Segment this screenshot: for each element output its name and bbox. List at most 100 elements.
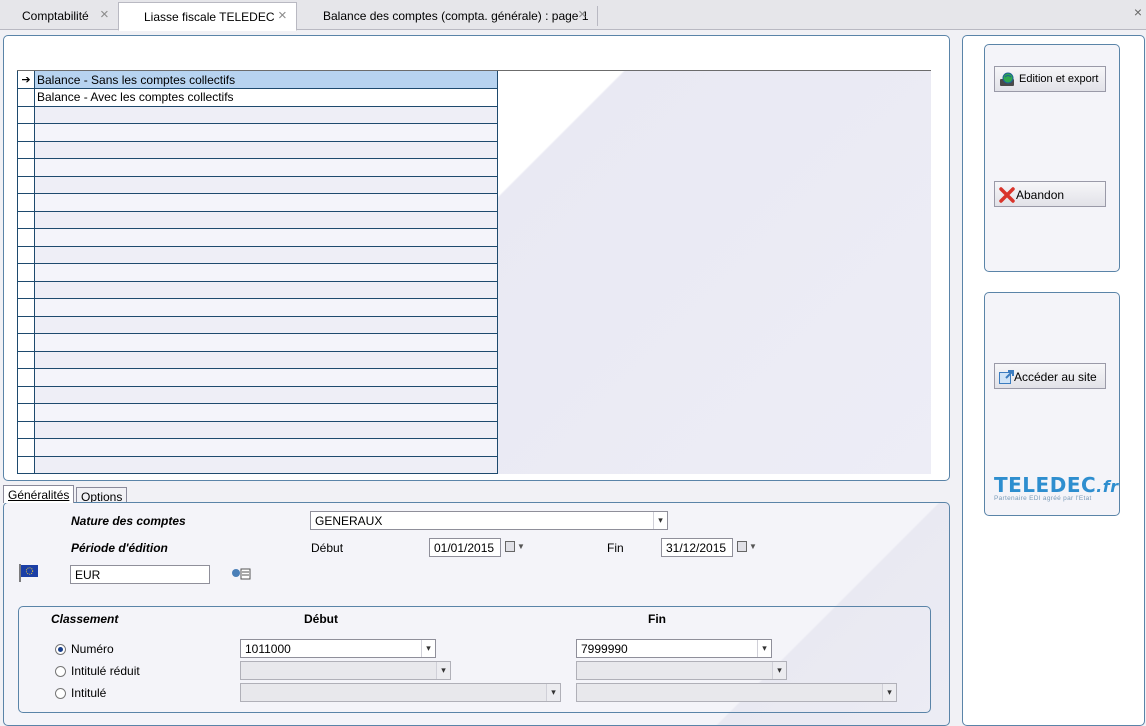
row-label xyxy=(34,403,498,422)
row-label: Balance - Avec les comptes collectifs xyxy=(34,88,498,107)
chevron-down-icon[interactable]: ▾ xyxy=(757,640,771,657)
close-icon xyxy=(999,187,1015,203)
debut-date-input[interactable]: 01/01/2015 xyxy=(429,538,501,557)
radio-intitule-reduit[interactable] xyxy=(55,666,66,677)
teledec-logo: TELEDEC.fr Partenaire EDI agréé par l'Et… xyxy=(994,473,1118,502)
chevron-down-icon[interactable]: ▾ xyxy=(436,662,450,679)
row-label xyxy=(34,386,498,404)
calendar-icon[interactable]: ▼ xyxy=(505,541,525,555)
table-row[interactable] xyxy=(17,228,498,247)
row-label xyxy=(34,316,498,334)
tab-options[interactable]: Options xyxy=(76,487,128,504)
table-row[interactable] xyxy=(17,316,498,334)
close-icon[interactable]: × xyxy=(278,8,287,23)
row-indicator xyxy=(17,316,35,334)
row-label xyxy=(34,106,498,124)
edition-export-label: Edition et export xyxy=(1019,73,1099,85)
table-row[interactable]: ➔ Balance - Sans les comptes collectifs xyxy=(17,71,498,89)
currency-input[interactable]: EUR xyxy=(70,565,210,584)
row-label xyxy=(34,263,498,282)
table-row[interactable] xyxy=(17,351,498,369)
table-row[interactable] xyxy=(17,141,498,159)
currency-list-icon[interactable] xyxy=(231,567,251,581)
debut-date-value: 01/01/2015 xyxy=(434,541,495,555)
radio-intitule[interactable] xyxy=(55,688,66,699)
table-row[interactable] xyxy=(17,333,498,352)
row-label xyxy=(34,351,498,369)
table-row[interactable] xyxy=(17,368,498,387)
nature-select[interactable]: GENERAUX ▾ xyxy=(310,511,668,530)
calendar-icon[interactable]: ▼ xyxy=(737,541,757,555)
abandon-button[interactable]: Abandon xyxy=(994,181,1106,207)
table-row[interactable] xyxy=(17,211,498,229)
chevron-down-icon[interactable]: ▾ xyxy=(546,684,560,701)
table-row[interactable] xyxy=(17,106,498,124)
table-row[interactable] xyxy=(17,298,498,317)
table-row[interactable] xyxy=(17,176,498,194)
numero-fin-select[interactable]: 7999990 ▾ xyxy=(576,639,772,658)
tab-balance-comptes[interactable]: Balance des comptes (compta. générale) :… xyxy=(297,2,597,30)
row-indicator xyxy=(17,386,35,404)
generalites-panel: Nature des comptes GENERAUX ▾ Période d'… xyxy=(3,502,950,726)
debut-label: Début xyxy=(311,541,344,555)
fin-date-value: 31/12/2015 xyxy=(666,541,727,555)
intitule-reduit-debut-select[interactable]: ▾ xyxy=(240,661,451,680)
table-row[interactable] xyxy=(17,263,498,282)
table-row[interactable] xyxy=(17,421,498,439)
intitule-reduit-fin-select[interactable]: ▾ xyxy=(576,661,787,680)
edition-export-button[interactable]: Edition et export xyxy=(994,66,1106,92)
classement-fin-header: Fin xyxy=(648,612,666,626)
table-row[interactable] xyxy=(17,123,498,142)
row-label xyxy=(34,123,498,142)
table-row[interactable] xyxy=(17,281,498,299)
chevron-down-icon[interactable]: ▾ xyxy=(882,684,896,701)
numero-debut-select[interactable]: 1011000 ▾ xyxy=(240,639,436,658)
row-indicator xyxy=(17,333,35,352)
tab-label: Comptabilité xyxy=(22,9,89,23)
row-indicator xyxy=(17,176,35,194)
table-row[interactable] xyxy=(17,386,498,404)
tab-liasse-fiscale[interactable]: Liasse fiscale TELEDEC × xyxy=(118,2,297,31)
row-indicator xyxy=(17,438,35,457)
table-row[interactable] xyxy=(17,438,498,457)
fin-date-input[interactable]: 31/12/2015 xyxy=(661,538,733,557)
actions-panel: Edition et export Abandon Accéder au sit… xyxy=(962,35,1145,726)
close-icon[interactable]: × xyxy=(100,7,109,22)
report-grid: ➔ Balance - Sans les comptes collectifs Ba… xyxy=(17,70,931,474)
table-row[interactable]: Balance - Avec les comptes collectifs xyxy=(17,88,498,107)
tab-generalites[interactable]: Généralités xyxy=(3,485,75,503)
chevron-down-icon[interactable]: ▾ xyxy=(653,512,667,529)
classement-group: Classement Début Fin Numéro 1011000 ▾ 79… xyxy=(18,606,931,713)
row-indicator xyxy=(17,211,35,229)
table-row[interactable] xyxy=(17,456,498,474)
row-indicator xyxy=(17,298,35,317)
fin-label: Fin xyxy=(607,541,624,555)
radio-numero[interactable] xyxy=(55,644,66,655)
tab-comptabilite[interactable]: Comptabilité × xyxy=(0,2,118,30)
row-indicator xyxy=(17,403,35,422)
table-row[interactable] xyxy=(17,193,498,212)
row-label xyxy=(34,246,498,264)
table-row[interactable] xyxy=(17,403,498,422)
intitule-fin-select[interactable]: ▾ xyxy=(576,683,897,702)
row-indicator: ➔ xyxy=(17,71,35,89)
printer-globe-icon xyxy=(1000,72,1014,86)
close-icon[interactable]: × xyxy=(578,7,587,22)
row-indicator xyxy=(17,141,35,159)
row-indicator xyxy=(17,88,35,107)
table-row[interactable] xyxy=(17,158,498,177)
row-label xyxy=(34,228,498,247)
row-indicator xyxy=(17,106,35,124)
numero-debut-value: 1011000 xyxy=(245,642,291,656)
tab-label: Balance des comptes (compta. générale) :… xyxy=(323,9,589,23)
chevron-down-icon[interactable]: ▾ xyxy=(421,640,435,657)
table-row[interactable] xyxy=(17,246,498,264)
intitule-debut-select[interactable]: ▾ xyxy=(240,683,561,702)
actions-group: Edition et export Abandon xyxy=(984,44,1120,272)
window-close-icon[interactable]: × xyxy=(1134,4,1142,20)
row-indicator xyxy=(17,193,35,212)
acceder-site-button[interactable]: Accéder au site xyxy=(994,363,1106,389)
chevron-down-icon[interactable]: ▾ xyxy=(772,662,786,679)
option-label-intitule-reduit: Intitulé réduit xyxy=(71,664,140,678)
row-label xyxy=(34,456,498,474)
